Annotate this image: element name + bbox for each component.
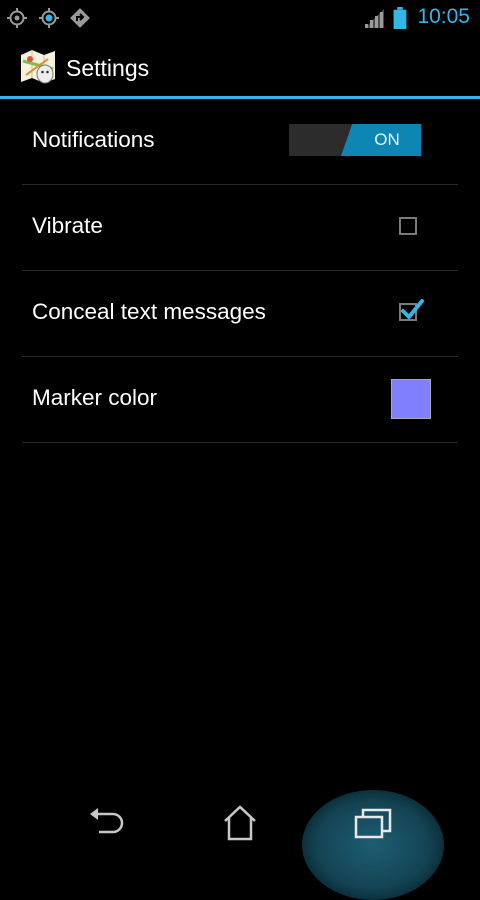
notifications-toggle[interactable]: ON: [289, 124, 421, 156]
status-bar: 10:05: [0, 0, 480, 36]
navigation-bar: [0, 790, 480, 900]
page-title: Settings: [66, 55, 150, 81]
location-icon: [7, 8, 27, 28]
vibrate-checkbox[interactable]: [399, 217, 417, 235]
pref-marker-color[interactable]: Marker color: [22, 357, 458, 443]
recents-icon[interactable]: [353, 804, 393, 842]
pref-label: Conceal text messages: [32, 299, 266, 324]
status-clock: 10:05: [417, 5, 470, 28]
navigation-icon: [70, 8, 90, 28]
battery-icon: [393, 7, 407, 29]
pref-label: Notifications: [32, 127, 155, 152]
pref-label: Vibrate: [32, 213, 103, 238]
pref-label: Marker color: [32, 385, 158, 410]
marker-color-swatch[interactable]: [391, 379, 431, 419]
action-bar: Settings: [0, 36, 480, 96]
pref-vibrate[interactable]: Vibrate: [22, 185, 458, 271]
pref-conceal-text-messages[interactable]: Conceal text messages: [22, 271, 458, 357]
maps-app-icon[interactable]: [18, 47, 58, 87]
back-icon[interactable]: [87, 804, 127, 842]
home-icon[interactable]: [220, 804, 260, 842]
toggle-state-label: ON: [374, 130, 400, 149]
gps-icon: [39, 8, 59, 28]
conceal-text-messages-checkbox[interactable]: [399, 299, 424, 321]
checkmark-icon: [401, 299, 424, 319]
pref-notifications[interactable]: Notifications ON: [22, 99, 458, 185]
signal-icon: [365, 9, 384, 28]
